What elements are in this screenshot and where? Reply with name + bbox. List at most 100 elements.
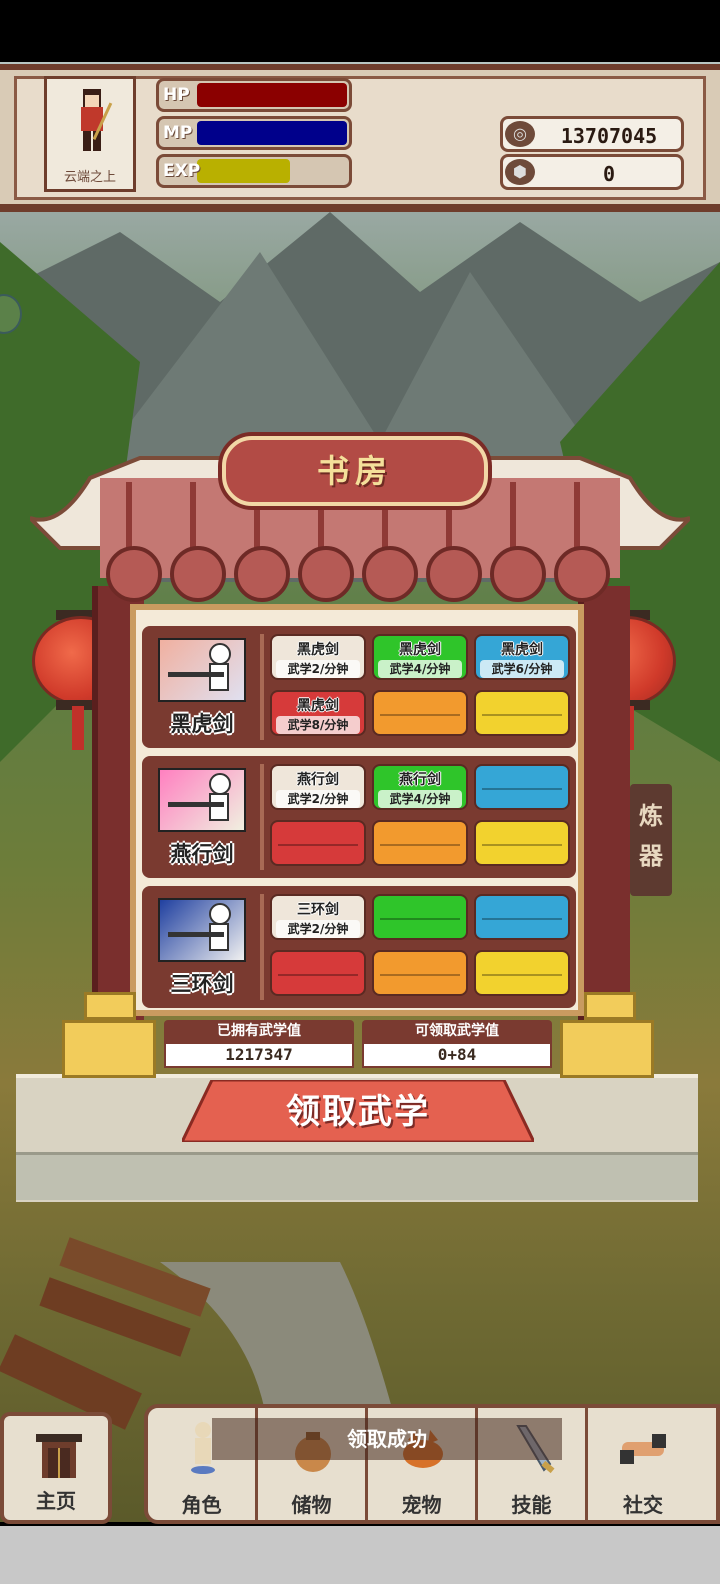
coin-value: 13707045: [560, 124, 658, 148]
tier-slot-title: 燕行剑: [297, 772, 339, 788]
claim-martial-button[interactable]: 领取武学: [182, 1080, 534, 1142]
martial-art-tier-slot[interactable]: [372, 894, 468, 940]
tier-slot-empty-line: [380, 974, 460, 976]
martial-art-tier-slot[interactable]: 黑虎剑武学8/分钟: [270, 690, 366, 736]
tier-slot-empty-line: [482, 844, 562, 846]
tier-slot-title: 黑虎剑: [297, 698, 339, 714]
martial-art-tier-slot[interactable]: [270, 820, 366, 866]
coin-counter[interactable]: ◎ 13707045: [500, 116, 684, 152]
tier-slot-empty-line: [278, 844, 358, 846]
nav-home[interactable]: 主页: [0, 1412, 112, 1524]
hp-bar: HP: [156, 78, 352, 112]
pillar-right: [578, 586, 630, 1036]
exp-label: EXP: [163, 161, 201, 181]
tier-slot-rate: 武学6/分钟: [480, 660, 564, 678]
gem-counter[interactable]: ⬢ 0: [500, 154, 684, 190]
refining-tab-char-1: 炼: [639, 802, 663, 830]
tier-slot-title: 黑虎剑: [501, 642, 543, 658]
tier-slot-empty-line: [482, 974, 562, 976]
row-divider: [260, 894, 264, 1000]
study-base-step: [16, 1152, 698, 1200]
lantern-tassel-left: [72, 706, 84, 750]
row-divider: [260, 634, 264, 740]
tier-slot-title: 黑虎剑: [297, 642, 339, 658]
martial-art-tier-slot[interactable]: [372, 950, 468, 996]
martial-art-tier-slot[interactable]: 黑虎剑武学4/分钟: [372, 634, 468, 680]
martial-art-tier-slot[interactable]: [474, 950, 570, 996]
study-panel: 黑虎剑 黑虎剑 武学2/分钟 黑虎剑 武学4/分钟 黑虎剑 武学6/分钟 黑虎剑 武学8/分钟燕…: [130, 604, 584, 1016]
character-avatar-icon: [81, 89, 113, 151]
tier-slot-empty-line: [482, 714, 562, 716]
owned-martial-value-box: 已拥有武学值 1217347: [164, 1020, 354, 1072]
martial-art-card[interactable]: 三环剑: [154, 894, 250, 998]
martial-art-card[interactable]: 黑虎剑: [154, 634, 250, 738]
martial-art-tier-slot[interactable]: 黑虎剑武学6/分钟: [474, 634, 570, 680]
martial-art-tier-slot[interactable]: [372, 690, 468, 736]
system-nav-area: [0, 1526, 720, 1584]
martial-art-row: 三环剑 三环剑 武学2/分钟: [142, 886, 576, 1008]
exp-bar: EXP: [156, 154, 352, 188]
home-gate-icon: [36, 1434, 82, 1478]
claimable-martial-value-box: 可领取武学值 0+84: [362, 1020, 552, 1072]
owned-martial-label: 已拥有武学值: [164, 1020, 354, 1042]
claim-button-label: 领取武学: [286, 1092, 430, 1132]
coin-icon: ◎: [505, 121, 535, 147]
refining-tab[interactable]: 炼 器: [630, 784, 672, 896]
tier-slot-title: 黑虎剑: [399, 642, 441, 658]
hp-fill: [197, 83, 347, 107]
martial-art-tier-slot[interactable]: [474, 690, 570, 736]
gem-icon: ⬢: [505, 159, 535, 185]
martial-art-name: 三环剑: [170, 972, 234, 996]
exp-fill: [197, 159, 290, 183]
martial-art-tier-slot[interactable]: [270, 950, 366, 996]
martial-art-tier-slot[interactable]: [372, 820, 468, 866]
tier-slot-empty-line: [278, 974, 358, 976]
pillar-cap-left: [84, 992, 136, 1020]
tier-slot-empty-line: [380, 714, 460, 716]
tier-slot-title: 燕行剑: [399, 772, 441, 788]
swallow-sword-icon: [158, 768, 246, 832]
tier-slot-empty-line: [380, 918, 460, 920]
martial-art-tier-slot[interactable]: 燕行剑 武学2/分钟: [270, 764, 366, 810]
mp-bar: MP: [156, 116, 352, 150]
tier-slot-title: 三环剑: [297, 902, 339, 918]
tier-slot-rate: 武学4/分钟: [378, 660, 462, 678]
martial-art-row: 黑虎剑 黑虎剑 武学2/分钟 黑虎剑 武学4/分钟 黑虎剑 武学6/分钟 黑虎剑 武学8/分钟: [142, 626, 576, 748]
martial-art-tier-slot[interactable]: [474, 764, 570, 810]
social-handshake-icon: [620, 1434, 666, 1464]
nav-pet-label: 宠物: [401, 1493, 442, 1517]
black-tiger-sword-icon: [158, 638, 246, 702]
nav-character-label: 角色: [181, 1493, 222, 1517]
martial-art-tier-slot[interactable]: 三环剑 武学2/分钟: [270, 894, 366, 940]
martial-art-card[interactable]: 燕行剑: [154, 764, 250, 868]
hp-label: HP: [163, 85, 190, 105]
nav-home-label: 主页: [36, 1489, 76, 1513]
claimable-martial-label: 可领取武学值: [362, 1020, 552, 1042]
tier-slot-empty-line: [482, 918, 562, 920]
gem-value: 0: [602, 162, 616, 186]
three-ring-sword-icon: [158, 898, 246, 962]
refining-tab-char-2: 器: [639, 842, 663, 870]
martial-art-tier-slot[interactable]: 黑虎剑武学2/分钟: [270, 634, 366, 680]
base-block-right: [560, 1020, 654, 1078]
nav-social-label: 社交: [623, 1493, 663, 1517]
martial-art-tier-slot[interactable]: 燕行剑 武学4/分钟: [372, 764, 468, 810]
row-divider: [260, 764, 264, 870]
owned-martial-value: 1217347: [164, 1042, 354, 1068]
player-avatar[interactable]: 云端之上: [44, 76, 136, 192]
study-title: 书房: [316, 452, 393, 490]
martial-art-tier-slot[interactable]: [474, 894, 570, 940]
tier-slot-rate: 武学2/分钟: [276, 660, 360, 678]
player-name: 云端之上: [63, 170, 116, 185]
claimable-martial-value: 0+84: [362, 1042, 552, 1068]
martial-art-name: 黑虎剑: [170, 712, 234, 736]
mp-label: MP: [163, 123, 193, 143]
status-bar: [0, 0, 720, 62]
martial-art-row: 燕行剑 燕行剑 武学2/分钟 燕行剑 武学4/分钟: [142, 756, 576, 878]
mp-fill: [197, 121, 347, 145]
toast-message: 领取成功: [212, 1418, 562, 1460]
martial-art-tier-slot[interactable]: [474, 820, 570, 866]
tier-slot-rate: 武学8/分钟: [276, 716, 360, 734]
nav-social[interactable]: 社交: [588, 1408, 698, 1524]
tier-slot-empty-line: [482, 788, 562, 790]
